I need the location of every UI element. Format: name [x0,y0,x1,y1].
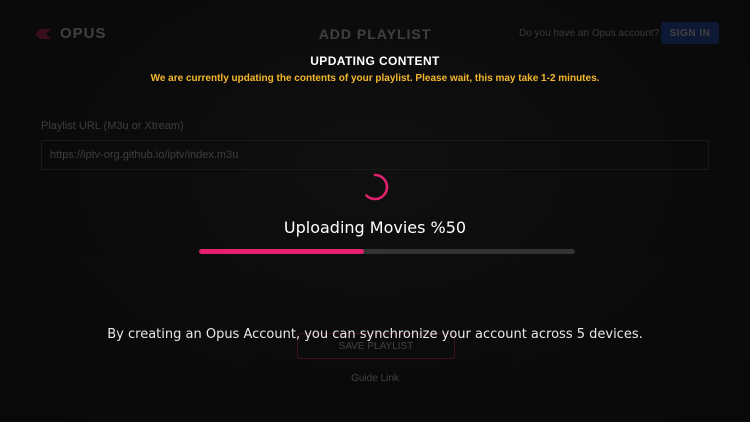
progress-bar-fill [199,249,365,254]
overlay-title: UPDATING CONTENT [310,54,440,68]
playlist-url-label: Playlist URL (M3u or Xtream) [41,120,184,132]
account-question: Do you have an Opus account? [519,28,660,39]
progress-label: Uploading Movies %50 [283,218,467,237]
sync-info-text: By creating an Opus Account, you can syn… [107,327,643,342]
playlist-url-input[interactable]: https://iptv-org.github.io/iptv/index.m3… [41,140,709,170]
loading-spinner-icon [360,172,390,202]
guide-link[interactable]: Guide Link [0,373,750,384]
app-screen: OPUS ADD PLAYLIST Do you have an Opus ac… [0,0,750,422]
overlay-message: We are currently updating the contents o… [150,73,600,84]
progress-bar [199,249,575,254]
sign-in-button[interactable]: SIGN IN [661,22,719,44]
